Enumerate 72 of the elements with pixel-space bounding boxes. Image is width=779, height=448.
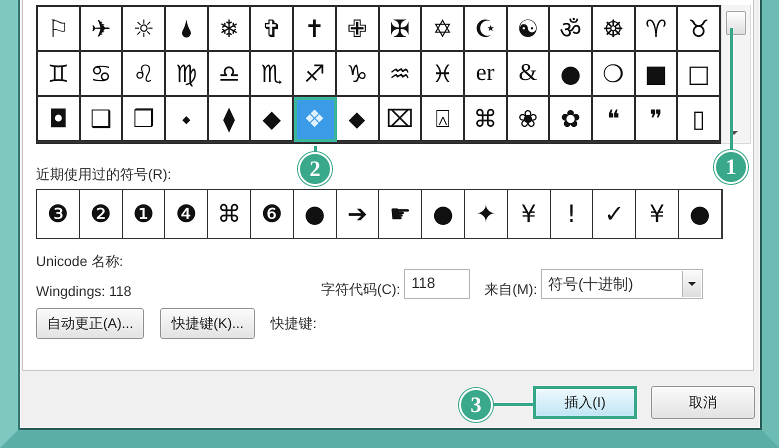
recent-symbol-cell[interactable]: ❸ xyxy=(37,190,80,238)
recent-symbol-cell[interactable]: ❶ xyxy=(122,190,166,238)
shortcut-label: 快捷键: xyxy=(270,314,317,332)
symbol-cell[interactable]: 🌢 xyxy=(166,7,209,52)
recent-symbol-cell[interactable]: ● xyxy=(294,190,337,238)
dialog-button[interactable]: 快捷键(K)... xyxy=(160,308,255,339)
from-dropdown[interactable]: 符号(十进制) xyxy=(541,269,704,299)
symbol-cell[interactable]: ✞ xyxy=(251,7,294,52)
symbol-cell[interactable]: ✝ xyxy=(294,7,337,52)
recent-symbol-cell[interactable]: ✓ xyxy=(593,190,636,238)
character-name: Wingdings: 118 xyxy=(36,283,132,299)
unicode-name-label: Unicode 名称: xyxy=(36,253,124,271)
recent-symbol-cell[interactable]: ➔ xyxy=(336,190,380,238)
cancel-button[interactable]: 取消 xyxy=(651,386,755,419)
symbol-cell[interactable]: ⬩ xyxy=(166,97,209,142)
scrollbar[interactable] xyxy=(721,5,751,144)
recent-symbol-cell[interactable]: ❷ xyxy=(80,190,123,238)
symbol-cell[interactable]: ♒ xyxy=(380,52,422,97)
symbol-cell[interactable]: ♋ xyxy=(80,52,124,97)
recent-symbol-cell[interactable]: ☛ xyxy=(379,190,422,238)
symbol-cell[interactable]: ✙ xyxy=(336,7,380,52)
from-label: 来自(M): xyxy=(484,281,538,299)
symbol-cell[interactable]: ॐ xyxy=(550,7,593,52)
symbol-cell[interactable]: ✿ xyxy=(550,97,593,142)
symbol-cell[interactable]: ☯ xyxy=(508,7,550,52)
symbol-cell[interactable]: ⬥ xyxy=(336,97,380,142)
char-code-field[interactable]: 118 xyxy=(404,269,470,299)
recent-symbol-cell[interactable]: ● xyxy=(422,190,465,238)
symbol-cell[interactable]: ♍ xyxy=(166,52,209,97)
symbol-cell[interactable]: ☪ xyxy=(464,7,508,52)
symbol-cell[interactable]: ⚐ xyxy=(38,7,81,52)
symbol-cell[interactable]: ✡ xyxy=(422,7,465,52)
symbol-cell[interactable]: ❝ xyxy=(592,97,636,142)
symbol-cell[interactable]: ♏ xyxy=(251,52,294,97)
symbol-cell[interactable]: ⍓ xyxy=(422,97,465,142)
symbol-cell[interactable]: ■ xyxy=(636,52,678,97)
symbol-cell[interactable]: ⌘ xyxy=(464,97,508,142)
symbol-cell[interactable]: ✠ xyxy=(380,7,422,52)
symbol-cell[interactable]: ⧫ xyxy=(208,97,252,142)
symbol-cell[interactable]: er xyxy=(464,52,508,97)
symbol-cell[interactable]: ♌ xyxy=(123,52,166,97)
symbol-cell[interactable]: ♊ xyxy=(38,52,81,97)
dialog-button[interactable]: 自动更正(A)... xyxy=(36,308,144,339)
symbol-cell[interactable]: ⌧ xyxy=(380,97,422,142)
char-code-label: 字符代码(C): xyxy=(321,281,400,299)
symbol-cell[interactable]: ✈ xyxy=(80,7,124,52)
recent-symbols-label: 近期使用过的符号(R): xyxy=(36,166,172,184)
symbol-cell[interactable]: ♓ xyxy=(422,52,465,97)
symbol-cell[interactable]: ❑ xyxy=(80,97,124,142)
recent-symbol-cell[interactable]: ¥ xyxy=(508,190,551,238)
recent-symbol-cell[interactable]: ! xyxy=(550,190,594,238)
recent-symbol-cell[interactable]: ✦ xyxy=(464,190,508,238)
symbol-cell[interactable]: ❍ xyxy=(592,52,636,97)
symbol-cell[interactable]: ◘ xyxy=(38,97,81,142)
symbol-cell[interactable]: ♎ xyxy=(208,52,252,97)
symbol-cell[interactable]: ❞ xyxy=(636,97,678,142)
recent-symbol-cell[interactable]: ❻ xyxy=(250,190,294,238)
symbol-cell[interactable]: ❄ xyxy=(208,7,252,52)
symbol-cell[interactable]: ☸ xyxy=(592,7,636,52)
symbol-cell[interactable]: ☼ xyxy=(123,7,166,52)
insert-button[interactable]: 插入(I) xyxy=(533,386,637,419)
recent-symbol-cell[interactable]: ❹ xyxy=(165,190,208,238)
symbol-cell[interactable]: ❒ xyxy=(123,97,166,142)
symbol-cell[interactable]: ❀ xyxy=(508,97,550,142)
callout-badge: 3 xyxy=(459,388,493,422)
recent-symbol-cell[interactable]: ● xyxy=(678,190,722,238)
symbol-cell[interactable]: & xyxy=(508,52,550,97)
recent-symbol-cell[interactable]: ⌘ xyxy=(208,190,251,238)
recent-symbol-cell[interactable]: ¥ xyxy=(636,190,679,238)
symbol-cell[interactable]: ● xyxy=(550,52,593,97)
symbol-cell[interactable]: ♑ xyxy=(336,52,380,97)
symbol-cell[interactable]: ♈ xyxy=(636,7,678,52)
